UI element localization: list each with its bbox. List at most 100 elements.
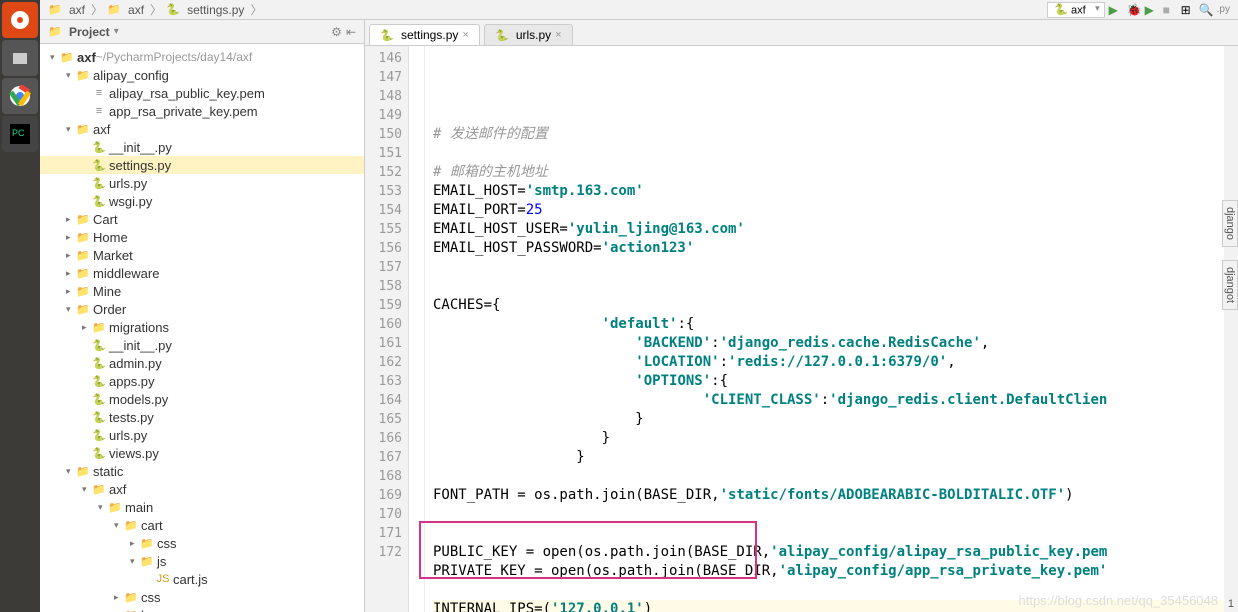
- tree-node-migrations[interactable]: ▸📁migrations: [40, 318, 364, 336]
- folder-icon: 📁: [124, 590, 138, 604]
- tree-node-wsgi-py[interactable]: 🐍wsgi.py: [40, 192, 364, 210]
- launcher-files-icon[interactable]: [2, 40, 38, 76]
- folder-icon: 📁: [124, 518, 138, 532]
- tree-node-css[interactable]: ▸📁css: [40, 588, 364, 606]
- tree-label: views.py: [109, 446, 159, 461]
- code-content[interactable]: # 发送邮件的配置# 邮箱的主机地址EMAIL_HOST='smtp.163.c…: [425, 46, 1238, 612]
- tree-label: app_rsa_private_key.pem: [109, 104, 258, 119]
- tree-node-market[interactable]: ▸📁Market: [40, 246, 364, 264]
- tree-node-cart-js[interactable]: JScart.js: [40, 570, 364, 588]
- code-editor[interactable]: 1461471481491501511521531541551561571581…: [365, 46, 1238, 612]
- tree-node-order[interactable]: ▾📁Order: [40, 300, 364, 318]
- side-panel-django2[interactable]: djangot: [1222, 260, 1238, 310]
- tree-label: main: [125, 500, 153, 515]
- tree-node-axf[interactable]: ▾📁axf: [40, 120, 364, 138]
- line-gutter[interactable]: 1461471481491501511521531541551561571581…: [365, 46, 409, 612]
- project-panel-header[interactable]: 📁 Project ▾ ⚙ ⇤: [40, 20, 364, 44]
- tab-urls[interactable]: 🐍urls.py×: [484, 24, 573, 45]
- editor-area: 🐍settings.py× 🐍urls.py× 1461471481491501…: [365, 20, 1238, 612]
- collapse-icon[interactable]: ⇤: [346, 25, 356, 39]
- side-panel-django[interactable]: django: [1222, 200, 1238, 247]
- tree-label: urls.py: [109, 176, 147, 191]
- tree-label: urls.py: [109, 428, 147, 443]
- settings-icon[interactable]: ⚙: [331, 25, 342, 39]
- py-icon: 🐍: [92, 392, 106, 406]
- tree-node-mine[interactable]: ▸📁Mine: [40, 282, 364, 300]
- tree-label: wsgi.py: [109, 194, 152, 209]
- tree-node-main[interactable]: ▾📁main: [40, 498, 364, 516]
- fold-gutter[interactable]: [409, 46, 425, 612]
- close-icon[interactable]: ×: [462, 29, 468, 41]
- tree-node-static[interactable]: ▾📁static: [40, 462, 364, 480]
- folder-icon: 📁: [76, 212, 90, 226]
- project-panel: 📁 Project ▾ ⚙ ⇤ ▾📁axf ~/PycharmProjects/…: [40, 20, 365, 612]
- tree-node-cart[interactable]: ▸📁Cart: [40, 210, 364, 228]
- tree-node-urls-py[interactable]: 🐍urls.py: [40, 426, 364, 444]
- tree-node---init---py[interactable]: 🐍__init__.py: [40, 336, 364, 354]
- breadcrumb[interactable]: 📁axf〉 📁axf〉 🐍settings.py〉: [48, 1, 1047, 18]
- launcher-ubuntu-icon[interactable]: [2, 2, 38, 38]
- tree-label: Mine: [93, 284, 121, 299]
- tree-node---init---py[interactable]: 🐍__init__.py: [40, 138, 364, 156]
- py-icon: 🐍: [92, 428, 106, 442]
- tree-label: alipay_config: [93, 68, 169, 83]
- tree-node-css[interactable]: ▸📁css: [40, 534, 364, 552]
- tree-label: admin.py: [109, 356, 162, 371]
- tree-node-urls-py[interactable]: 🐍urls.py: [40, 174, 364, 192]
- tree-label: settings.py: [109, 158, 171, 173]
- run-icon[interactable]: ▶: [1109, 3, 1123, 17]
- tree-node-tests-py[interactable]: 🐍tests.py: [40, 408, 364, 426]
- tree-node-app-rsa-private-key-pem[interactable]: ≡app_rsa_private_key.pem: [40, 102, 364, 120]
- run-config-select[interactable]: 🐍axf: [1047, 2, 1105, 18]
- folder-icon: 📁: [60, 50, 74, 64]
- tree-node-axf[interactable]: ▾📁axf ~/PycharmProjects/day14/axf: [40, 48, 364, 66]
- folder-icon: 📁: [76, 284, 90, 298]
- tree-node-js[interactable]: ▾📁js: [40, 552, 364, 570]
- tree-node-alipay-config[interactable]: ▾📁alipay_config: [40, 66, 364, 84]
- run-coverage-icon[interactable]: ▶: [1145, 3, 1159, 17]
- tree-label: static: [93, 464, 123, 479]
- tree-node-home[interactable]: ▸📁home: [40, 606, 364, 612]
- js-icon: JS: [156, 572, 170, 586]
- tree-node-cart[interactable]: ▾📁cart: [40, 516, 364, 534]
- folder-icon: 📁: [124, 608, 138, 612]
- tree-node-axf[interactable]: ▾📁axf: [40, 480, 364, 498]
- top-toolbar: 📁axf〉 📁axf〉 🐍settings.py〉 🐍axf ▶ 🐞 ▶ ■ ⊞…: [40, 0, 1238, 20]
- tree-node-alipay-rsa-public-key-pem[interactable]: ≡alipay_rsa_public_key.pem: [40, 84, 364, 102]
- folder-icon: 📁: [76, 68, 90, 82]
- stop-icon[interactable]: ■: [1163, 3, 1177, 17]
- tree-node-middleware[interactable]: ▸📁middleware: [40, 264, 364, 282]
- tab-settings[interactable]: 🐍settings.py×: [369, 24, 480, 45]
- tree-label: css: [141, 590, 161, 605]
- tree-node-views-py[interactable]: 🐍views.py: [40, 444, 364, 462]
- file-icon: ≡: [92, 104, 106, 118]
- launcher-pycharm-icon[interactable]: PC: [2, 116, 38, 152]
- folder-icon: 📁: [140, 536, 154, 550]
- tree-node-settings-py[interactable]: 🐍settings.py: [40, 156, 364, 174]
- search-icon[interactable]: 🔍: [1199, 3, 1213, 17]
- tree-label: tests.py: [109, 410, 154, 425]
- os-launcher: PC: [0, 0, 40, 612]
- project-tree[interactable]: ▾📁axf ~/PycharmProjects/day14/axf▾📁alipa…: [40, 44, 364, 612]
- tree-node-apps-py[interactable]: 🐍apps.py: [40, 372, 364, 390]
- tree-node-admin-py[interactable]: 🐍admin.py: [40, 354, 364, 372]
- debug-icon[interactable]: 🐞: [1127, 3, 1141, 17]
- tree-label: js: [157, 554, 166, 569]
- watermark: https://blog.csdn.net/qq_35456048: [1019, 593, 1219, 608]
- tree-node-home[interactable]: ▸📁Home: [40, 228, 364, 246]
- tree-label: __init__.py: [109, 140, 172, 155]
- folder-icon: 📁: [92, 482, 106, 496]
- folder-icon: 📁: [76, 266, 90, 280]
- folder-icon: 📁: [108, 500, 122, 514]
- error-stripe[interactable]: [1224, 46, 1238, 612]
- tree-label: Market: [93, 248, 133, 263]
- layout-icon[interactable]: ⊞: [1181, 3, 1195, 17]
- tree-label: middleware: [93, 266, 159, 281]
- launcher-chrome-icon[interactable]: [2, 78, 38, 114]
- close-icon[interactable]: ×: [555, 29, 561, 41]
- py-icon: 🐍: [92, 194, 106, 208]
- folder-icon: 📁: [76, 230, 90, 244]
- tree-label: axf: [109, 482, 126, 497]
- tree-node-models-py[interactable]: 🐍models.py: [40, 390, 364, 408]
- tree-label: apps.py: [109, 374, 155, 389]
